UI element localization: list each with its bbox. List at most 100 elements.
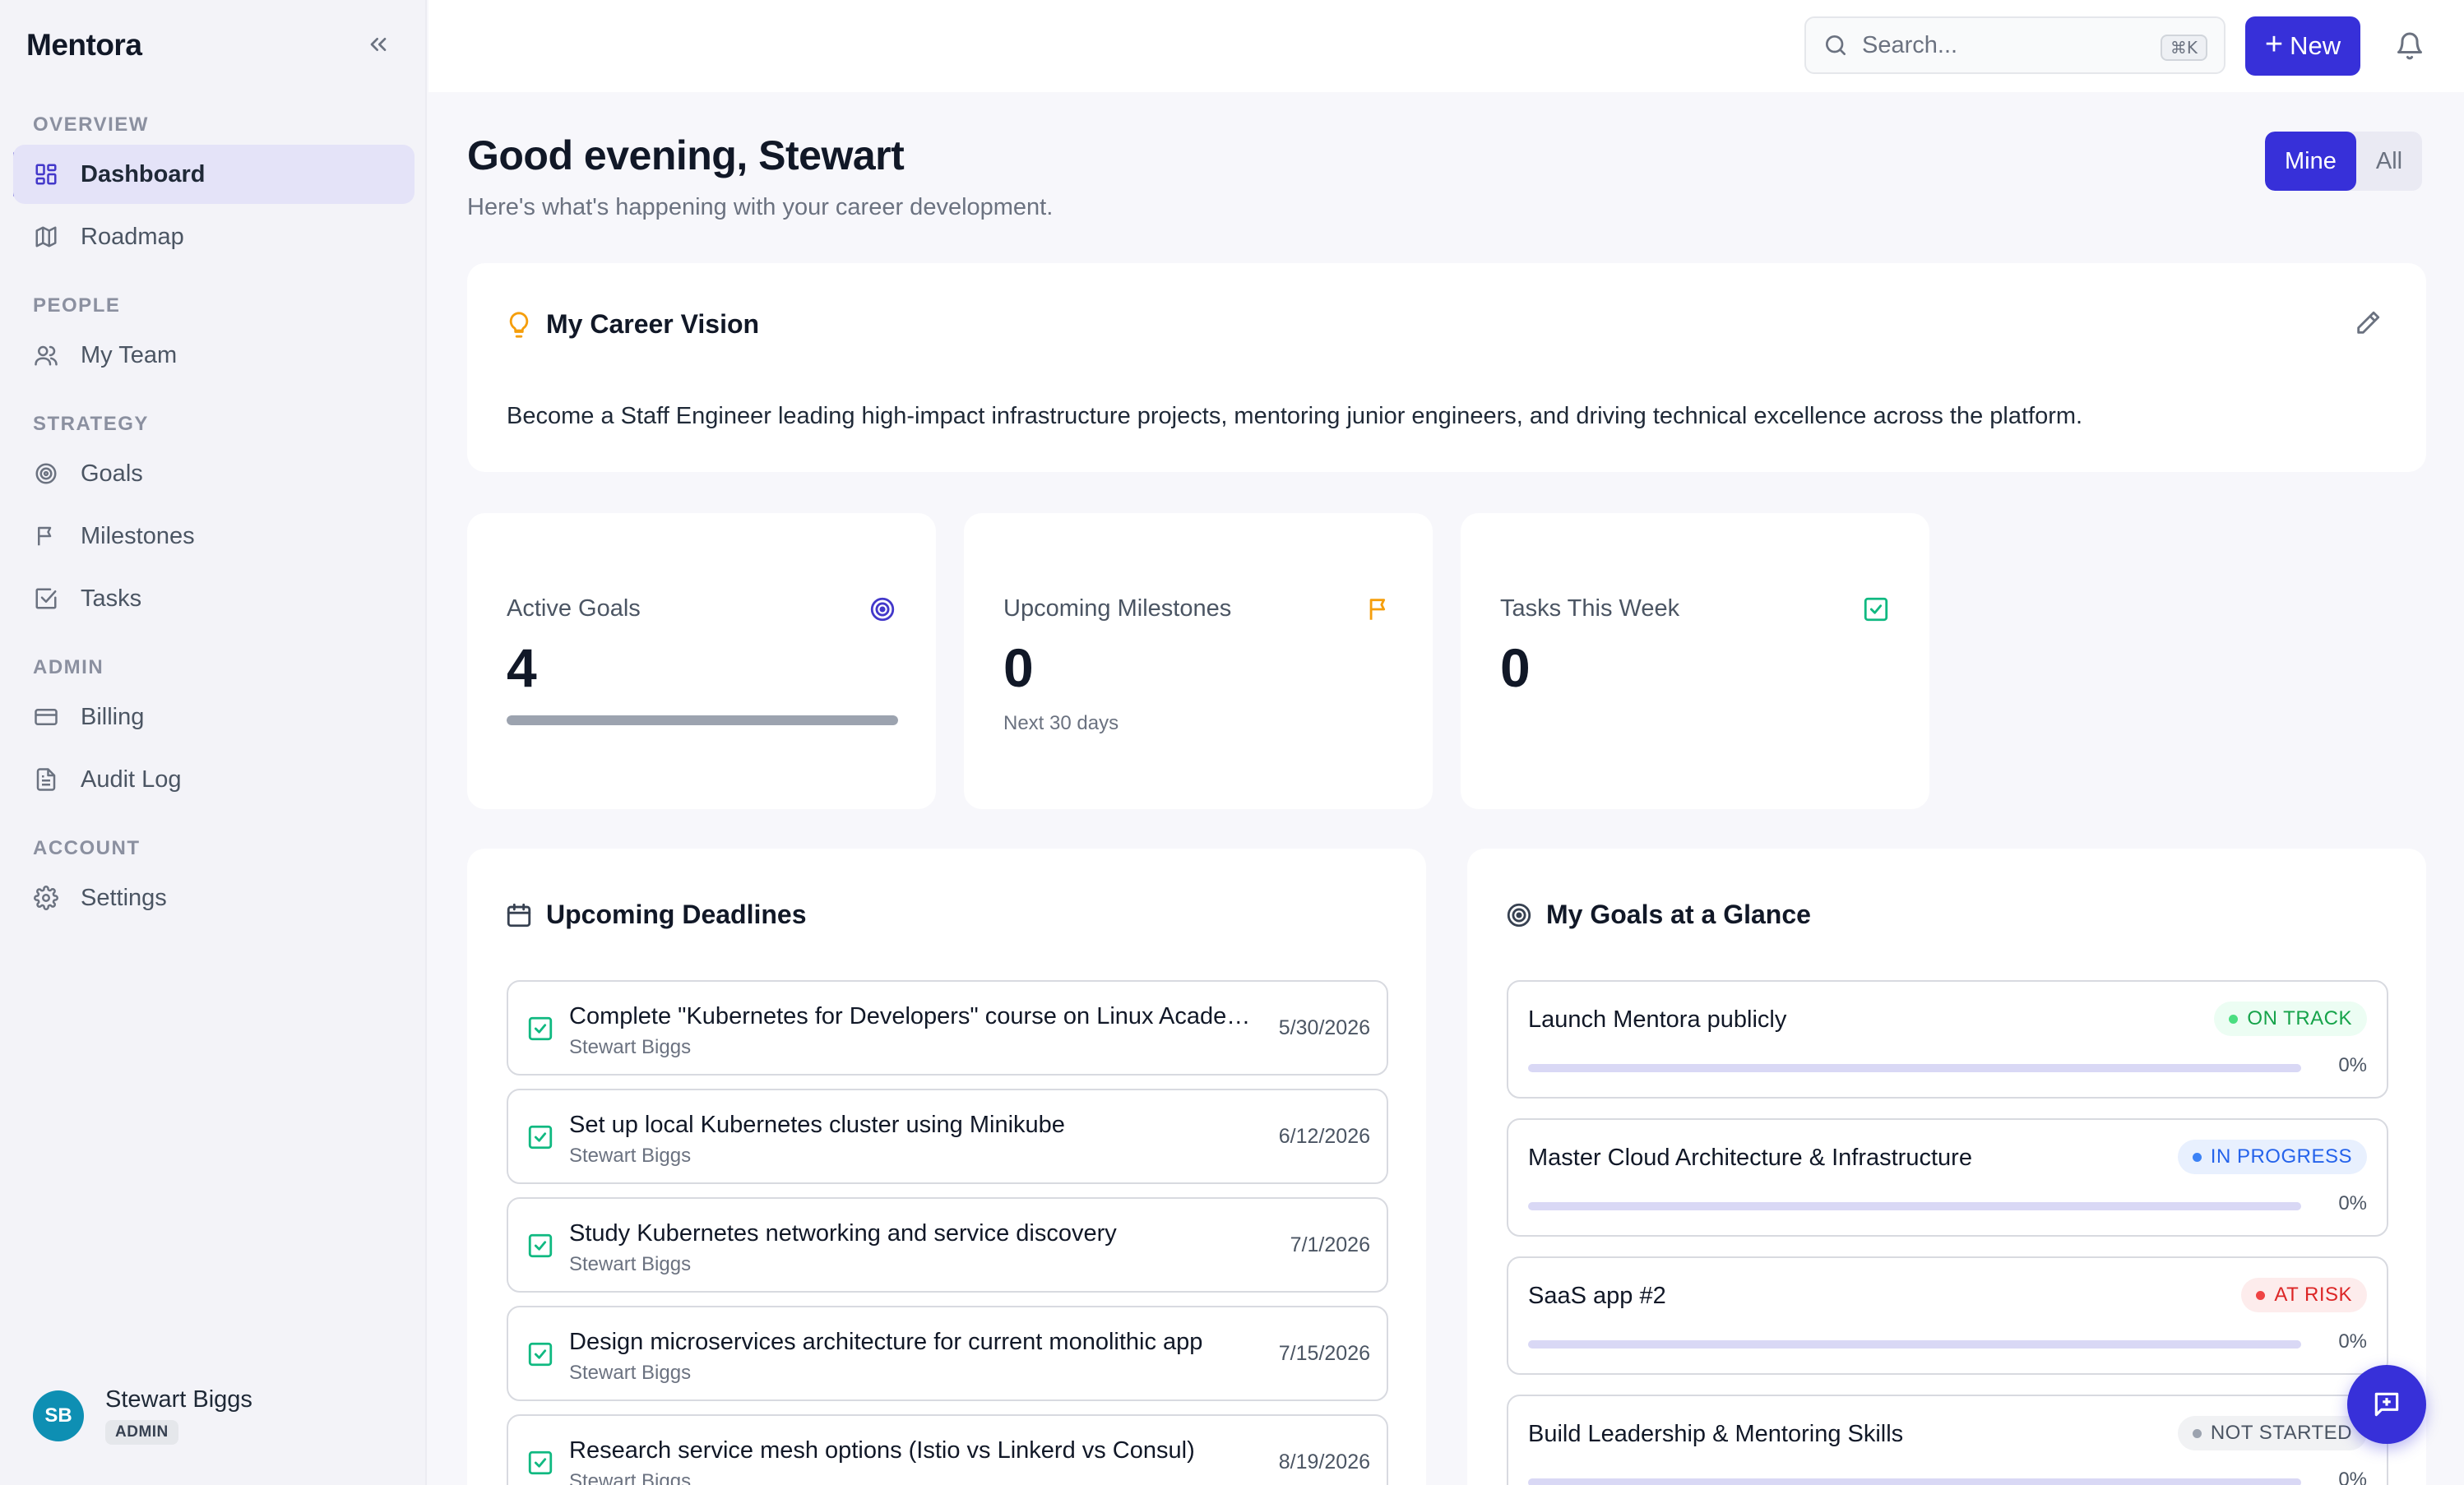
sidebar-item-label: Audit Log — [81, 766, 182, 793]
check-square-icon — [1862, 595, 1890, 623]
status-dot — [2256, 1291, 2266, 1300]
goal-title: Build Leadership & Mentoring Skills — [1528, 1421, 1904, 1447]
goal-title: SaaS app #2 — [1528, 1283, 1666, 1309]
deadline-date: 5/30/2026 — [1278, 1016, 1370, 1039]
goal-item[interactable]: Master Cloud Architecture & Infrastructu… — [1507, 1118, 2388, 1237]
status-dot — [2192, 1153, 2202, 1162]
stat-label: Upcoming Milestones — [1003, 595, 1232, 622]
goal-title: Master Cloud Architecture & Infrastructu… — [1528, 1145, 1972, 1171]
task-check-icon — [526, 1340, 554, 1368]
career-vision-title: My Career Vision — [546, 309, 760, 339]
deadline-owner: Stewart Biggs — [569, 1036, 692, 1058]
status-badge: NOT STARTED — [2177, 1416, 2367, 1450]
search-icon — [1823, 32, 1849, 58]
new-button[interactable]: + New — [2245, 16, 2360, 76]
stat-value: 4 — [507, 637, 537, 698]
section-label-overview: OVERVIEW — [33, 113, 149, 136]
keyboard-shortcut-hint: ⌘K — [2160, 35, 2207, 61]
stat-card-upcoming-milestones[interactable]: Upcoming Milestones 0 Next 30 days — [964, 513, 1433, 809]
sidebar-item-audit-log[interactable]: Audit Log — [13, 750, 415, 809]
goal-progress-percent: 0% — [2338, 1469, 2367, 1485]
status-dot — [2192, 1429, 2202, 1438]
target-icon — [1505, 901, 1533, 929]
sidebar-item-roadmap[interactable]: Roadmap — [13, 207, 415, 266]
goal-progress-percent: 0% — [2338, 1330, 2367, 1353]
sidebar-item-my-team[interactable]: My Team — [13, 326, 415, 385]
status-badge: AT RISK — [2241, 1278, 2367, 1312]
deadline-title: Study Kubernetes networking and service … — [569, 1220, 1117, 1247]
goal-progress-percent: 0% — [2338, 1192, 2367, 1214]
goal-progress-bar — [1528, 1064, 2301, 1072]
sidebar-item-dashboard[interactable]: Dashboard — [13, 145, 415, 204]
map-icon — [33, 224, 59, 250]
search-input[interactable] — [1862, 31, 2142, 59]
task-check-icon — [526, 1449, 554, 1477]
goal-progress-bar — [1528, 1202, 2301, 1210]
page-title: Good evening, Stewart — [467, 132, 905, 178]
edit-pencil-icon[interactable] — [2354, 309, 2382, 337]
deadline-title: Complete "Kubernetes for Developers" cou… — [569, 1003, 1252, 1029]
deadline-owner: Stewart Biggs — [569, 1145, 692, 1167]
stat-value: 0 — [1003, 637, 1034, 698]
deadline-item[interactable]: Set up local Kubernetes cluster using Mi… — [507, 1089, 1388, 1184]
role-badge: ADMIN — [105, 1420, 178, 1445]
goal-item[interactable]: Launch Mentora publicly ON TRACK 0% — [1507, 980, 2388, 1099]
search-box[interactable]: ⌘K — [1804, 16, 2225, 74]
deadline-item[interactable]: Study Kubernetes networking and service … — [507, 1197, 1388, 1293]
section-label-account: ACCOUNT — [33, 837, 141, 859]
gear-icon — [33, 885, 59, 911]
sidebar: Mentora OVERVIEW Dashboard Roadmap PEOPL… — [0, 0, 427, 1485]
deadline-owner: Stewart Biggs — [569, 1362, 692, 1384]
upcoming-deadlines-panel: Upcoming Deadlines Complete "Kubernetes … — [467, 849, 1426, 1485]
sidebar-item-label: Tasks — [81, 585, 142, 612]
sidebar-item-settings[interactable]: Settings — [13, 868, 415, 928]
target-icon — [868, 595, 896, 623]
goal-progress-bar — [1528, 1478, 2301, 1485]
calendar-icon — [505, 901, 533, 929]
scope-mine-button[interactable]: Mine — [2265, 132, 2356, 191]
deadline-date: 6/12/2026 — [1278, 1125, 1370, 1148]
status-text: ON TRACK — [2247, 1007, 2352, 1029]
stat-label: Active Goals — [507, 595, 641, 622]
avatar: SB — [33, 1390, 84, 1441]
feedback-chat-button[interactable] — [2347, 1365, 2426, 1444]
user-profile[interactable]: SB Stewart Biggs ADMIN — [33, 1386, 252, 1445]
sidebar-item-billing[interactable]: Billing — [13, 687, 415, 747]
flag-icon — [1365, 595, 1393, 623]
goal-item[interactable]: Build Leadership & Mentoring Skills NOT … — [1507, 1395, 2388, 1485]
new-button-label: New — [2290, 31, 2341, 60]
chat-icon — [2371, 1389, 2402, 1420]
status-badge: ON TRACK — [2214, 1002, 2367, 1036]
app-logo[interactable]: Mentora — [26, 28, 142, 62]
task-check-icon — [526, 1123, 554, 1151]
deadline-item[interactable]: Design microservices architecture for cu… — [507, 1306, 1388, 1401]
scope-toggle: Mine All — [2265, 132, 2423, 191]
sidebar-item-goals[interactable]: Goals — [13, 444, 415, 503]
goal-item[interactable]: SaaS app #2 AT RISK 0% — [1507, 1256, 2388, 1375]
deadline-owner: Stewart Biggs — [569, 1470, 692, 1485]
career-vision-card: My Career Vision Become a Staff Engineer… — [467, 263, 2426, 472]
sidebar-item-milestones[interactable]: Milestones — [13, 507, 415, 566]
lightbulb-icon — [505, 309, 533, 340]
sidebar-item-label: Milestones — [81, 522, 195, 549]
deadline-title: Design microservices architecture for cu… — [569, 1329, 1203, 1355]
stat-card-active-goals[interactable]: Active Goals 4 — [467, 513, 936, 809]
sidebar-item-tasks[interactable]: Tasks — [13, 569, 415, 628]
stat-value: 0 — [1500, 637, 1531, 698]
notifications-bell-icon[interactable] — [2395, 31, 2425, 61]
status-text: AT RISK — [2274, 1284, 2352, 1306]
deadline-item[interactable]: Research service mesh options (Istio vs … — [507, 1414, 1388, 1485]
section-label-people: PEOPLE — [33, 294, 121, 317]
scope-all-button[interactable]: All — [2356, 132, 2422, 191]
dashboard-icon — [33, 161, 59, 187]
deadline-date: 7/15/2026 — [1278, 1342, 1370, 1365]
deadline-owner: Stewart Biggs — [569, 1253, 692, 1275]
status-text: IN PROGRESS — [2210, 1145, 2352, 1168]
section-label-strategy: STRATEGY — [33, 413, 149, 435]
deadline-item[interactable]: Complete "Kubernetes for Developers" cou… — [507, 980, 1388, 1076]
stat-card-tasks-this-week[interactable]: Tasks This Week 0 — [1461, 513, 1929, 809]
collapse-sidebar-icon[interactable] — [365, 31, 391, 58]
stat-label: Tasks This Week — [1500, 595, 1680, 622]
status-dot — [2229, 1015, 2239, 1024]
goals-at-a-glance-panel: My Goals at a Glance Launch Mentora publ… — [1467, 849, 2426, 1485]
